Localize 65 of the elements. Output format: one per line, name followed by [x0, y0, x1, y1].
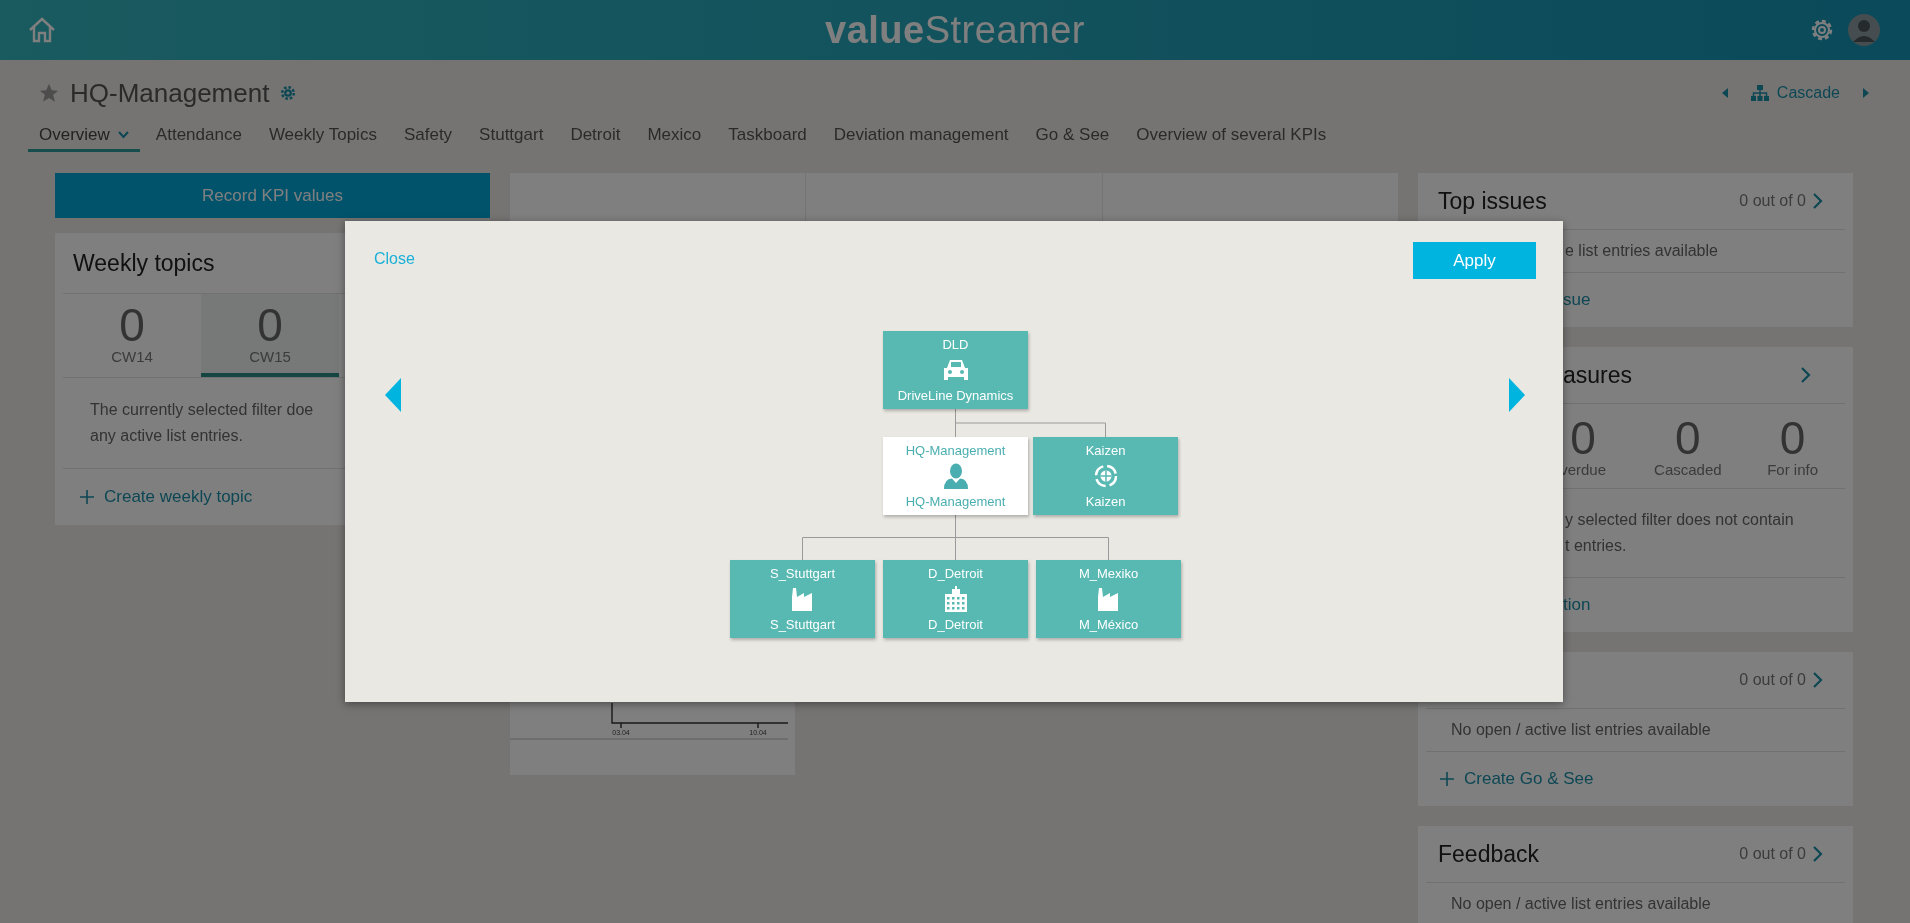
org-node[interactable]: HQ-Management HQ-Management	[883, 437, 1028, 515]
tab[interactable]: Taskboard	[717, 120, 818, 152]
tab[interactable]: Detroit	[559, 120, 632, 152]
avatar-icon[interactable]	[1848, 14, 1880, 46]
empty-message: e list entries available	[1565, 241, 1719, 261]
hierarchy-icon	[1750, 85, 1769, 101]
empty-message: y selected filter does not contain	[1565, 510, 1795, 530]
counter-value: 0	[1570, 414, 1596, 461]
caret-down-icon[interactable]	[117, 130, 129, 139]
chevron-icon[interactable]	[1812, 671, 1823, 689]
close-link[interactable]: Close	[374, 250, 415, 268]
empty-message: any active list entries.	[90, 426, 244, 446]
card-title: Feedback	[1438, 840, 1539, 868]
counter-label: For info	[1767, 460, 1819, 478]
plus-icon	[1440, 772, 1454, 786]
caret-right-icon[interactable]	[1862, 87, 1870, 99]
create-weekly-topic-link[interactable]: Create weekly topic	[55, 469, 490, 525]
chevron-icon[interactable]	[1812, 192, 1823, 210]
record-kpi-button[interactable]: Record KPI values	[55, 173, 490, 218]
card-title: Weekly topics	[73, 249, 215, 277]
item-count: 0 out of 0	[1739, 845, 1806, 863]
tab[interactable]: Safety	[392, 120, 464, 152]
tab[interactable]: Stuttgart	[468, 120, 555, 152]
caret-left-icon[interactable]	[1720, 87, 1729, 99]
item-count: 0 out of 0	[1739, 671, 1806, 689]
app-logo: valueStreamer	[825, 8, 1085, 52]
chevron-icon[interactable]	[1800, 366, 1811, 384]
counter-label: Cascaded	[1654, 460, 1722, 478]
tab[interactable]: Overview	[28, 120, 140, 152]
plus-icon	[80, 490, 94, 504]
page-title: HQ-Management	[70, 77, 270, 109]
tab[interactable]: Attendance	[144, 120, 253, 152]
org-node[interactable]: S_Stuttgart S_Stuttgart	[730, 560, 875, 638]
tab[interactable]: Overview of several KPIs	[1125, 120, 1338, 152]
chevron-icon[interactable]	[1812, 845, 1823, 863]
week-tab[interactable]: 0 CW14	[63, 294, 201, 377]
card-title: asures	[1563, 361, 1633, 389]
item-count: 0 out of 0	[1739, 192, 1806, 210]
empty-message: t entries.	[1565, 536, 1628, 556]
empty-message: The currently selected filter doe	[90, 400, 315, 420]
counter-value: 0	[1675, 414, 1701, 461]
tab[interactable]: Mexico	[636, 120, 713, 152]
card-title: Top issues	[1438, 187, 1547, 215]
empty-message: No open / active list entries available	[1451, 720, 1712, 740]
next-arrow-icon[interactable]	[1509, 378, 1525, 412]
week-tab[interactable]: 0 CW15	[201, 294, 339, 377]
settings-icon[interactable]	[279, 84, 298, 102]
org-node[interactable]: DLD DriveLine Dynamics	[883, 331, 1028, 409]
tab[interactable]: Deviation management	[822, 120, 1020, 152]
counter-value: 0	[1779, 414, 1806, 461]
home-icon[interactable]	[28, 17, 56, 43]
car-icon	[941, 358, 970, 382]
org-node[interactable]: D_Detroit D_Detroit	[883, 560, 1028, 638]
tab[interactable]: Go & See	[1024, 120, 1121, 152]
cascade-button[interactable]: Cascade	[1738, 84, 1852, 102]
apply-button[interactable]: Apply	[1413, 242, 1536, 279]
star-icon[interactable]	[38, 82, 60, 104]
org-node[interactable]: M_Mexiko M_México	[1036, 560, 1181, 638]
org-node[interactable]: Kaizen Kaizen	[1033, 437, 1178, 515]
person-icon	[941, 463, 970, 489]
building-icon	[943, 586, 968, 612]
empty-message: No open / active list entries available	[1451, 894, 1712, 914]
tab[interactable]: Weekly Topics	[257, 120, 388, 152]
previous-arrow-icon[interactable]	[385, 378, 401, 412]
create-link[interactable]: Create Go & See	[1418, 752, 1853, 806]
